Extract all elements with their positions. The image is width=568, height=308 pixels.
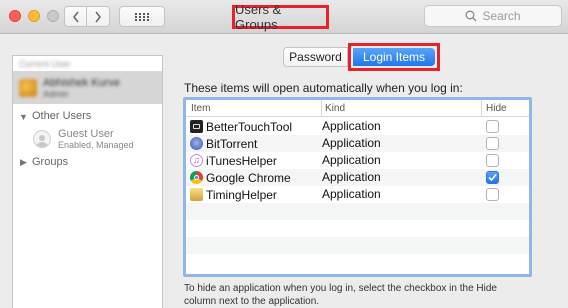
login-items-table[interactable]: Item Kind Hide BetterTouchTool Applicati… [183, 97, 532, 277]
item-kind: Application [322, 187, 381, 201]
column-header-hide[interactable]: Hide [481, 100, 507, 117]
search-placeholder: Search [482, 9, 521, 23]
empty-row [186, 203, 529, 220]
current-user-role: Admin [43, 88, 69, 99]
other-users-header: Other Users [32, 110, 92, 122]
table-row[interactable]: Google Chrome Application [186, 169, 529, 186]
table-row[interactable]: BetterTouchTool Application [186, 118, 529, 135]
item-name: BitTorrent [206, 136, 258, 151]
bettertouchtool-icon [190, 120, 203, 133]
disclosure-collapsed-icon[interactable]: ▶ [20, 157, 27, 168]
column-header-item[interactable]: Item [191, 103, 210, 114]
close-window-button[interactable] [9, 10, 21, 22]
table-row[interactable]: BitTorrent Application [186, 135, 529, 152]
search-field[interactable]: Search [424, 5, 562, 27]
sidebar-item-current-user[interactable]: Abhishek Kurve Admin [13, 71, 162, 104]
item-name: Google Chrome [206, 170, 291, 185]
chevron-right-icon [95, 11, 101, 22]
disclosure-expanded-icon[interactable]: ▼ [19, 112, 28, 122]
zoom-window-button[interactable] [47, 10, 59, 22]
hide-instructions: To hide an application when you log in, … [184, 282, 544, 308]
hide-checkbox[interactable] [486, 120, 499, 133]
user-avatar [19, 78, 37, 97]
login-items-highlight: Login Items [348, 43, 440, 71]
search-icon [466, 10, 477, 22]
show-all-button[interactable] [119, 6, 165, 27]
empty-row [186, 220, 529, 237]
hide-checkbox[interactable] [486, 154, 499, 167]
grid-icon [135, 12, 149, 21]
guest-user-status: Enabled, Managed [58, 140, 134, 150]
timing-icon [190, 188, 203, 201]
sidebar-item-groups[interactable]: Groups [32, 156, 68, 168]
back-button[interactable] [64, 6, 87, 27]
table-row[interactable]: ♫ iTunesHelper Application [186, 152, 529, 169]
column-header-kind[interactable]: Kind [321, 100, 345, 117]
hide-checkbox[interactable] [486, 188, 499, 201]
users-sidebar: Current User Abhishek Kurve Admin ▼ Othe… [12, 55, 163, 308]
current-user-header: Current User [19, 59, 71, 69]
guest-user-name: Guest User [58, 128, 114, 140]
empty-row [186, 254, 529, 271]
title-bar: Users & Groups Search [0, 0, 568, 34]
chevron-left-icon [72, 11, 79, 22]
login-items-intro: These items will open automatically when… [184, 81, 463, 95]
hide-checkbox[interactable] [486, 137, 499, 150]
hide-instructions-line2: column next to the application. [184, 296, 320, 307]
checkmark-icon [488, 173, 497, 182]
chrome-icon [190, 171, 203, 184]
window-title: Users & Groups [232, 2, 329, 32]
forward-button[interactable] [87, 6, 110, 27]
hide-instructions-line1: To hide an application when you log in, … [184, 283, 497, 294]
item-name: BetterTouchTool [206, 119, 293, 134]
hide-checkbox[interactable] [486, 171, 499, 184]
tab-login-items[interactable]: Login Items [353, 48, 435, 66]
itunes-icon: ♫ [190, 154, 203, 167]
guest-avatar-icon [33, 130, 51, 148]
tab-password[interactable]: Password [283, 47, 348, 67]
item-kind: Application [322, 153, 381, 167]
item-kind: Application [322, 119, 381, 133]
empty-row [186, 237, 529, 254]
sidebar-item-guest-user[interactable]: Guest User Enabled, Managed [13, 126, 162, 152]
item-name: TimingHelper [206, 187, 277, 202]
bittorrent-icon [190, 137, 203, 150]
table-row[interactable]: TimingHelper Application [186, 186, 529, 203]
item-kind: Application [322, 170, 381, 184]
table-header: Item Kind Hide [186, 100, 529, 117]
minimize-window-button[interactable] [28, 10, 40, 22]
current-user-name: Abhishek Kurve [43, 76, 121, 89]
item-name: iTunesHelper [206, 153, 277, 168]
item-kind: Application [322, 136, 381, 150]
